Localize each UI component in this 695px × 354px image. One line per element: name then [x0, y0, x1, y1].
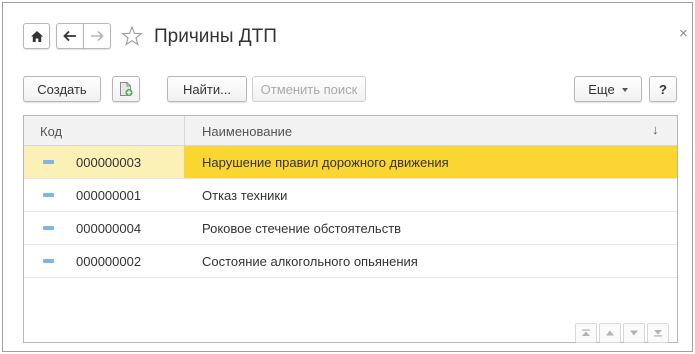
back-arrow-icon: [63, 30, 76, 42]
help-button[interactable]: ?: [649, 76, 677, 102]
last-page-button[interactable]: [647, 323, 669, 343]
code-cell: 000000001: [24, 179, 184, 211]
pager: [575, 323, 669, 345]
more-button-label: Еще: [588, 81, 615, 97]
code-cell: 000000004: [24, 212, 184, 244]
first-page-button[interactable]: [575, 323, 597, 343]
home-icon: [30, 30, 43, 42]
table-row[interactable]: 000000002 Состояние алкогольного опьянен…: [24, 245, 677, 278]
table-row[interactable]: 000000004 Роковое стечение обстоятельств: [24, 212, 677, 245]
list-table: Код Наименование ↓ 000000003 Нарушение п…: [23, 115, 678, 343]
create-button[interactable]: Создать: [23, 76, 101, 102]
back-button[interactable]: [56, 23, 84, 49]
close-icon[interactable]: ×: [679, 25, 688, 43]
table-header: Код Наименование ↓: [24, 116, 677, 146]
find-button[interactable]: Найти...: [167, 76, 247, 102]
copy-document-icon: [120, 82, 133, 97]
column-header-code[interactable]: Код: [40, 124, 62, 139]
code-value: 000000004: [76, 221, 142, 236]
name-value: Отказ техники: [202, 188, 288, 203]
table-row[interactable]: 000000001 Отказ техники: [24, 179, 677, 212]
name-value: Состояние алкогольного опьянения: [202, 254, 418, 269]
next-page-icon: [630, 330, 638, 336]
column-divider[interactable]: [184, 116, 185, 146]
first-page-icon: [582, 329, 590, 336]
code-value: 000000003: [76, 155, 142, 170]
row-marker-icon: [43, 226, 54, 230]
code-value: 000000001: [76, 188, 142, 203]
home-button[interactable]: [23, 23, 50, 49]
code-cell: 000000002: [24, 245, 184, 277]
form-window: Причины ДТП × Создать Найти... Отменить …: [2, 2, 693, 352]
table-row[interactable]: 000000003 Нарушение правил дорожного дви…: [24, 146, 677, 179]
name-value: Роковое стечение обстоятельств: [202, 221, 402, 236]
next-page-button[interactable]: [623, 323, 645, 343]
column-header-name[interactable]: Наименование: [202, 124, 292, 139]
page-title: Причины ДТП: [154, 26, 277, 47]
forward-arrow-icon: [91, 30, 104, 42]
last-page-icon: [654, 330, 662, 337]
row-marker-icon: [43, 259, 54, 263]
cancel-search-button[interactable]: Отменить поиск: [252, 76, 366, 102]
row-marker-icon: [43, 160, 54, 164]
more-button[interactable]: Еще: [574, 76, 642, 102]
sort-arrow-icon[interactable]: ↓: [652, 122, 659, 137]
chevron-down-icon: [621, 88, 628, 92]
copy-button[interactable]: [112, 76, 140, 102]
code-value: 000000002: [76, 254, 142, 269]
code-cell: 000000003: [24, 146, 184, 178]
prev-page-button[interactable]: [599, 323, 621, 343]
name-value: Нарушение правил дорожного движения: [202, 155, 449, 170]
star-icon[interactable]: [121, 25, 143, 47]
row-marker-icon: [43, 193, 54, 197]
forward-button[interactable]: [83, 23, 111, 49]
prev-page-icon: [606, 330, 614, 336]
